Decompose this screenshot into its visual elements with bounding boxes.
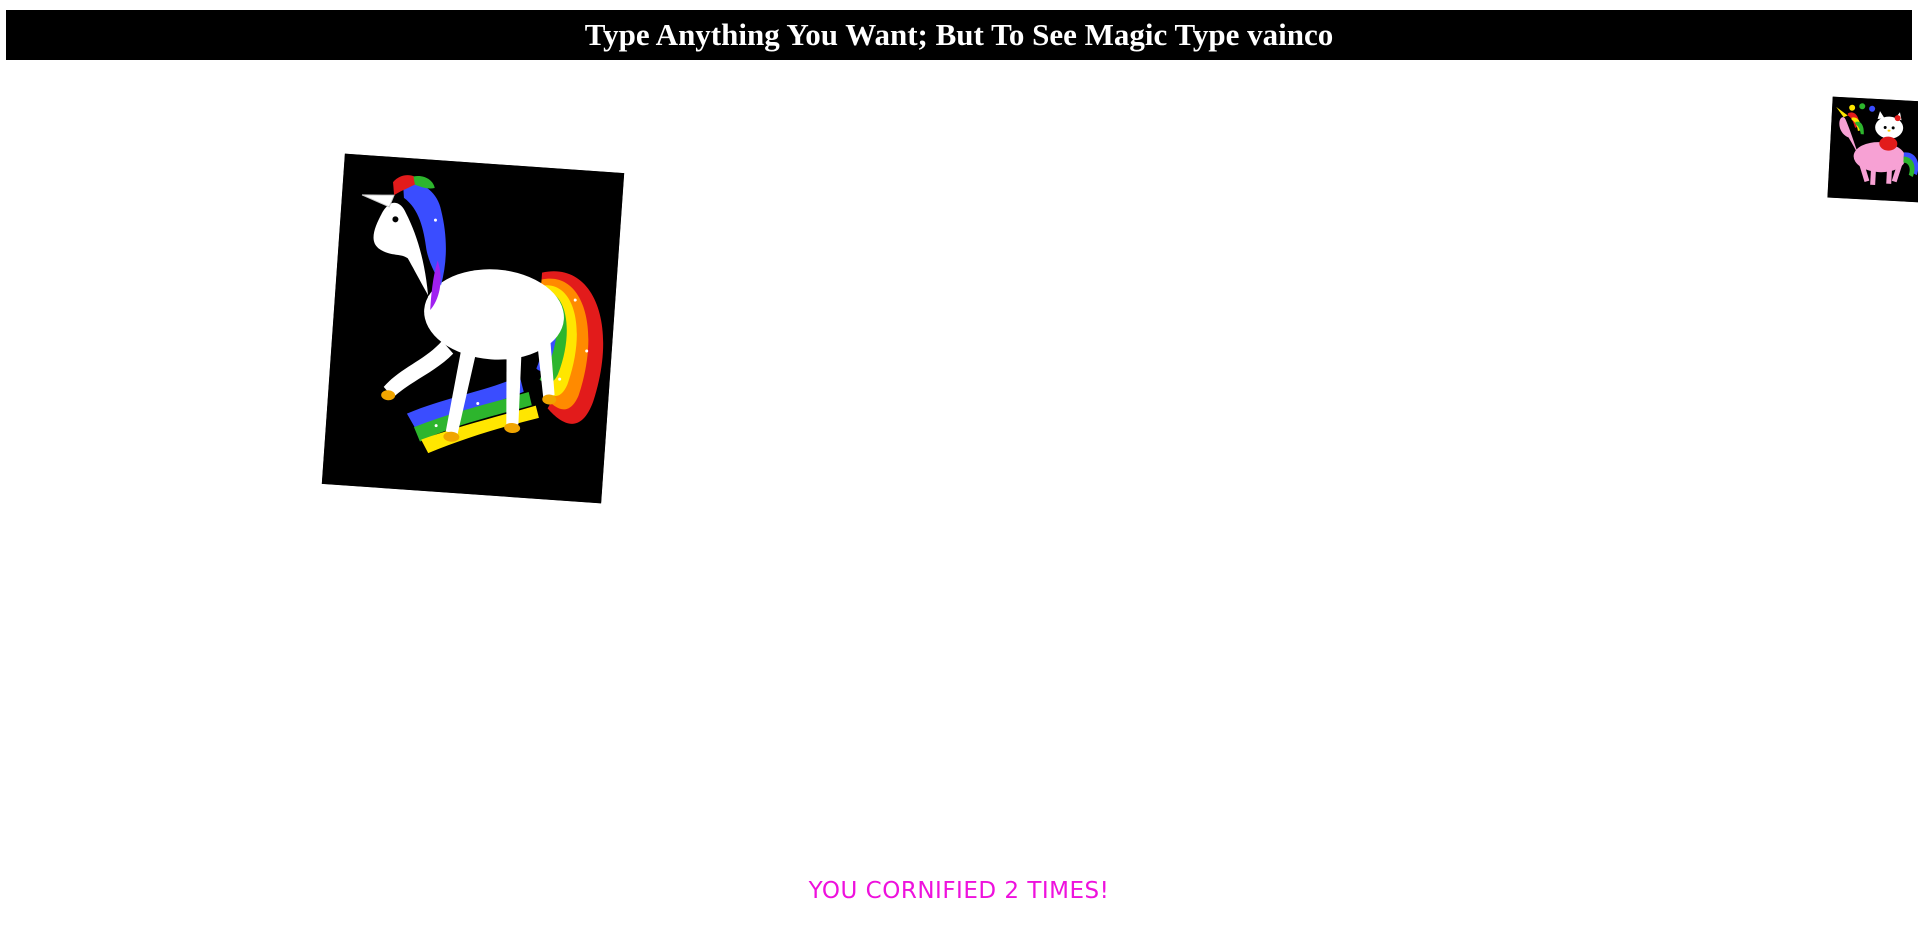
page-banner: Type Anything You Want; But To See Magic… (6, 10, 1912, 60)
cornify-counter-text: YOU CORNIFIED 2 TIMES! (808, 878, 1110, 904)
top-strip (0, 0, 1918, 9)
rainbow-unicorn-icon (321, 153, 625, 504)
rainbow-unicorn-image (321, 153, 625, 504)
hello-kitty-unicorn-icon (1827, 96, 1918, 203)
hello-kitty-unicorn-image (1827, 96, 1918, 203)
banner-text: Type Anything You Want; But To See Magic… (584, 17, 1334, 52)
cornify-counter: YOU CORNIFIED 2 TIMES! (0, 878, 1918, 904)
